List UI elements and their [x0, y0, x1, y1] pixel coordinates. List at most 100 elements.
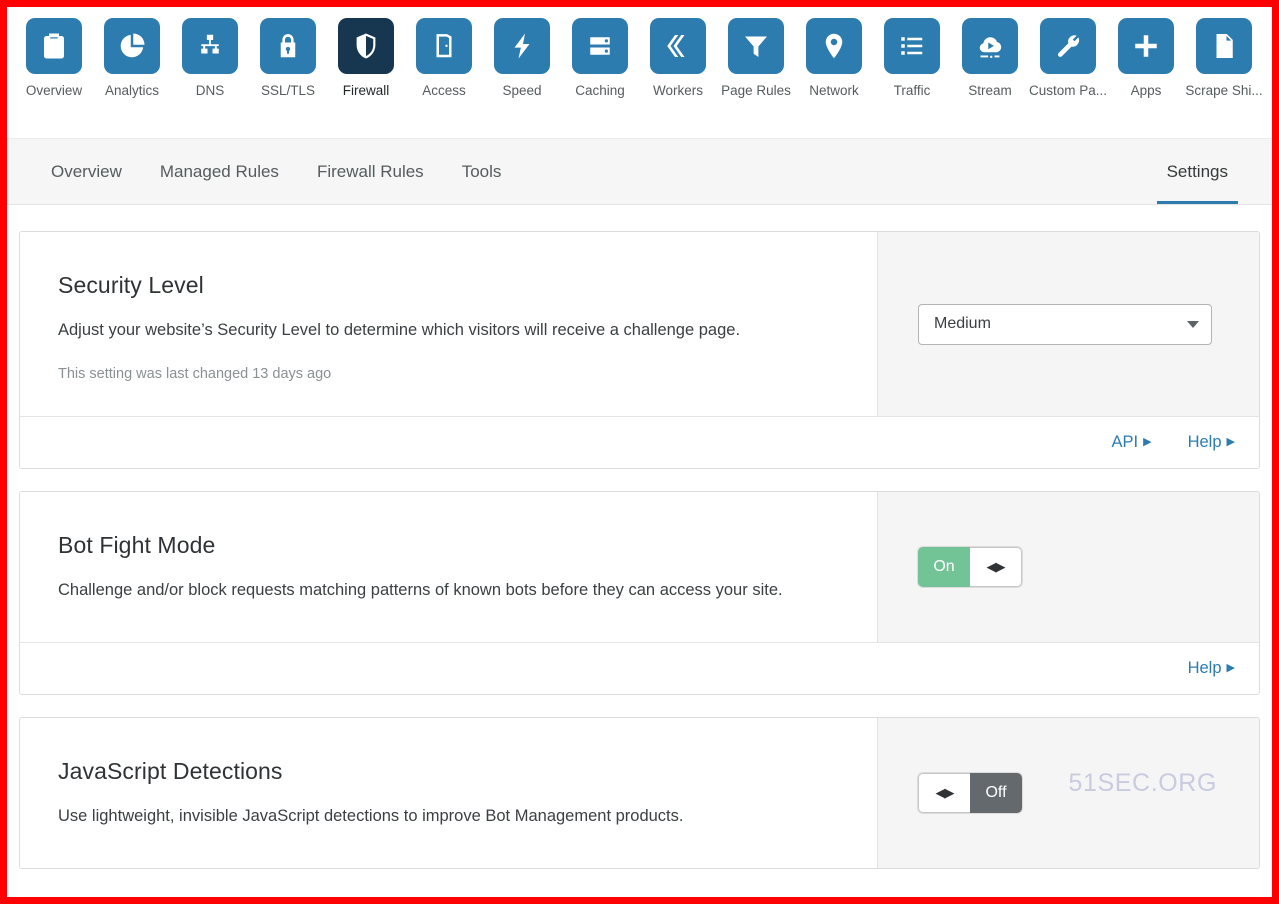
product-tile: [1196, 18, 1252, 74]
product-nav-item-dns[interactable]: DNS: [171, 18, 249, 99]
wrench-icon: [1057, 35, 1080, 57]
product-tile: [1040, 18, 1096, 74]
tab-firewall-rules[interactable]: Firewall Rules: [298, 139, 443, 204]
product-nav-item-access[interactable]: Access: [405, 18, 483, 99]
toggle-on-label: On: [918, 547, 970, 587]
product-nav-label: SSL/TLS: [260, 83, 316, 98]
tab-overview[interactable]: Overview: [32, 139, 141, 204]
product-nav-item-speed[interactable]: Speed: [483, 18, 561, 99]
product-nav-item-custom-pages[interactable]: Custom Pa...: [1029, 18, 1107, 99]
api-link-label: API: [1111, 433, 1139, 451]
tab-settings[interactable]: Settings: [1148, 139, 1247, 204]
card-title: Bot Fight Mode: [58, 532, 216, 558]
product-nav-item-analytics[interactable]: Analytics: [93, 18, 171, 99]
product-nav-label: Overview: [25, 83, 83, 98]
funnel-icon: [745, 36, 767, 57]
card-control: Medium: [877, 232, 1259, 416]
security-level-select[interactable]: Medium: [918, 303, 1212, 345]
caret-right-icon: ▶: [1226, 436, 1235, 448]
card-title: Security Level: [58, 272, 204, 298]
product-nav-label: Workers: [652, 83, 703, 98]
product-nav-label: Stream: [968, 83, 1012, 98]
product-nav-item-overview[interactable]: Overview: [15, 18, 93, 99]
product-tile: [572, 18, 628, 74]
setting-card-bot-fight-mode: Bot Fight Mode Challenge and/or block re…: [19, 491, 1260, 695]
help-link-label: Help: [1187, 433, 1222, 451]
product-nav-label: Page Rules: [721, 83, 791, 98]
product-nav-label: DNS: [195, 83, 225, 98]
card-info: Security Level Adjust your website’s Sec…: [20, 232, 877, 416]
screenshot-frame: Overview Analytics DNS SSL/TLS Firewall …: [0, 0, 1279, 904]
bot-fight-mode-toggle[interactable]: On ◀▶: [918, 547, 1022, 587]
subnav-left-group: Overview Managed Rules Firewall Rules To…: [7, 139, 520, 204]
dashboard-viewport: Overview Analytics DNS SSL/TLS Firewall …: [7, 7, 1272, 897]
cloud-play-icon: [979, 37, 1002, 58]
card-body: JavaScript Detections Use lightweight, i…: [20, 718, 1259, 868]
product-nav-item-workers[interactable]: Workers: [639, 18, 717, 99]
product-tile: [104, 18, 160, 74]
product-nav-label: Network: [809, 83, 859, 98]
product-nav-item-caching[interactable]: Caching: [561, 18, 639, 99]
product-tile: [338, 18, 394, 74]
product-nav-item-network[interactable]: Network: [795, 18, 873, 99]
toggle-handle-icon: ◀▶: [970, 547, 1022, 587]
product-tile: [416, 18, 472, 74]
setting-card-security-level: Security Level Adjust your website’s Sec…: [19, 231, 1260, 469]
card-info: JavaScript Detections Use lightweight, i…: [20, 718, 877, 868]
product-nav-item-scrape-shield[interactable]: Scrape Shi...: [1185, 18, 1263, 99]
document-icon: [1216, 34, 1233, 58]
product-nav-label: Analytics: [104, 83, 160, 98]
help-link-label: Help: [1187, 659, 1222, 677]
product-nav-label: Apps: [1130, 83, 1162, 98]
product-nav-label: Custom Pa...: [1029, 83, 1107, 98]
pie-chart-icon: [120, 33, 145, 58]
api-link[interactable]: API ▶: [1112, 433, 1152, 452]
javascript-detections-toggle[interactable]: ◀▶ Off: [918, 773, 1022, 813]
product-tile: [182, 18, 238, 74]
chevrons-icon: [667, 35, 685, 57]
toggle-handle-icon: ◀▶: [918, 773, 970, 813]
chevron-down-icon: [1187, 320, 1199, 328]
caret-right-icon: ▶: [1226, 662, 1235, 674]
sitemap-icon: [201, 34, 219, 54]
plus-icon: [1135, 35, 1157, 57]
card-description: Adjust your website’s Security Level to …: [58, 321, 741, 339]
product-nav-label: Scrape Shi...: [1185, 83, 1263, 98]
security-level-select-value: Medium: [934, 315, 991, 332]
help-link[interactable]: Help ▶: [1188, 433, 1235, 452]
product-nav-item-firewall[interactable]: Firewall: [327, 18, 405, 99]
lightning-icon: [514, 33, 530, 59]
tab-tools[interactable]: Tools: [443, 139, 521, 204]
product-nav-item-page-rules[interactable]: Page Rules: [717, 18, 795, 99]
subnav-right-group: Settings: [1148, 139, 1272, 204]
map-pin-icon: [825, 33, 843, 59]
product-nav-item-stream[interactable]: Stream: [951, 18, 1029, 99]
product-nav-item-traffic[interactable]: Traffic: [873, 18, 951, 99]
product-nav: Overview Analytics DNS SSL/TLS Firewall …: [7, 7, 1272, 124]
product-tile: [26, 18, 82, 74]
product-nav-label: Firewall: [342, 83, 390, 98]
product-nav-label: Speed: [502, 83, 542, 98]
product-nav-label: Access: [422, 83, 466, 98]
door-icon: [436, 34, 452, 58]
product-tile: [806, 18, 862, 74]
card-footer: Help ▶: [20, 642, 1259, 694]
server-icon: [590, 37, 610, 55]
setting-card-javascript-detections: JavaScript Detections Use lightweight, i…: [19, 717, 1260, 869]
product-nav-item-ssl-tls[interactable]: SSL/TLS: [249, 18, 327, 99]
product-nav-item-apps[interactable]: Apps: [1107, 18, 1185, 99]
product-nav-label: Traffic: [893, 83, 931, 98]
product-tile: [884, 18, 940, 74]
help-link[interactable]: Help ▶: [1188, 659, 1235, 678]
product-tile: [650, 18, 706, 74]
card-control: ◀▶ Off: [877, 718, 1259, 868]
shield-icon: [356, 33, 376, 59]
card-title: JavaScript Detections: [58, 758, 283, 784]
card-body: Bot Fight Mode Challenge and/or block re…: [20, 492, 1259, 642]
caret-right-icon: ▶: [1143, 436, 1152, 448]
product-tile: [260, 18, 316, 74]
card-description: Challenge and/or block requests matching…: [58, 581, 783, 599]
product-tile: [1118, 18, 1174, 74]
card-info: Bot Fight Mode Challenge and/or block re…: [20, 492, 877, 642]
tab-managed-rules[interactable]: Managed Rules: [141, 139, 298, 204]
